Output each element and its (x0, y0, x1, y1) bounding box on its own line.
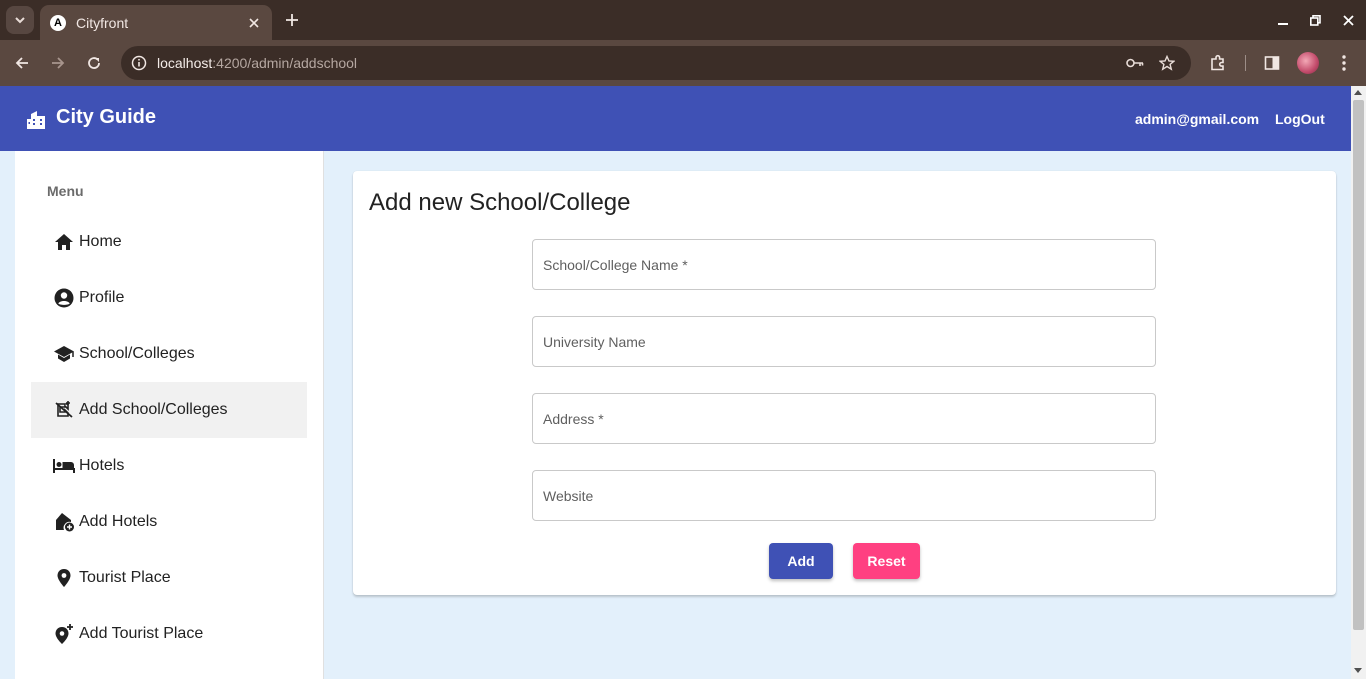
sidebar-item-add-tourist-place[interactable]: Add Tourist Place (31, 606, 307, 662)
minimize-icon[interactable] (1273, 10, 1293, 30)
home-icon (53, 231, 75, 253)
logout-button[interactable]: LogOut (1275, 111, 1325, 127)
forward-arrow-icon[interactable] (45, 50, 71, 76)
university-name-field[interactable] (532, 316, 1156, 367)
university-name-input[interactable] (533, 317, 1155, 366)
address-bar[interactable]: localhost:4200/admin/addschool (121, 46, 1191, 80)
sidebar-item-label: Home (79, 233, 122, 250)
add-button[interactable]: Add (769, 543, 833, 579)
scroll-down-arrow-icon[interactable] (1354, 668, 1362, 673)
url-host: localhost (157, 55, 213, 71)
add-location-icon (53, 623, 75, 645)
page-title: Add new School/College (369, 189, 631, 216)
sidebar-item-label: Add Tourist Place (79, 625, 204, 642)
school-name-field[interactable] (532, 239, 1156, 290)
app-title[interactable]: City Guide (56, 106, 156, 129)
browser-toolbar: localhost:4200/admin/addschool (0, 40, 1366, 86)
profile-avatar[interactable] (1297, 52, 1319, 74)
sidebar-item-label: Add School/Colleges (79, 401, 228, 418)
sidebar-item-hotels[interactable]: Hotels (31, 438, 307, 494)
city-icon (27, 111, 45, 129)
sidebar-item-label: Hotels (79, 457, 125, 474)
sidebar-item-profile[interactable]: Profile (31, 270, 307, 326)
menu-heading: Menu (47, 183, 84, 199)
bookmark-star-icon[interactable] (1158, 54, 1176, 72)
reset-button[interactable]: Reset (853, 543, 920, 579)
account-circle-icon (53, 287, 75, 309)
sidebar-item-tourist-place[interactable]: Tourist Place (31, 550, 307, 606)
site-info-icon[interactable] (131, 55, 147, 71)
tab-search-button[interactable] (6, 6, 34, 34)
toolbar-separator (1245, 55, 1246, 71)
browser-menu-icon[interactable] (1333, 52, 1355, 74)
sidebar-item-label: School/Colleges (79, 345, 195, 362)
website-input[interactable] (533, 471, 1155, 520)
window-close-icon[interactable] (1338, 10, 1358, 30)
maximize-icon[interactable] (1305, 10, 1325, 30)
reload-icon[interactable] (81, 50, 107, 76)
url-path: :4200/admin/addschool (212, 55, 358, 71)
tab-title: Cityfront (76, 14, 129, 31)
website-field[interactable] (532, 470, 1156, 521)
user-email[interactable]: admin@gmail.com (1135, 111, 1259, 127)
sidebar-item-home[interactable]: Home (31, 214, 307, 270)
extensions-puzzle-icon[interactable] (1207, 52, 1229, 74)
page-scrollbar[interactable] (1351, 86, 1366, 679)
sidebar-item-label: Profile (79, 289, 125, 306)
angular-favicon-icon: A (50, 14, 66, 31)
browser-tab[interactable]: A Cityfront (40, 5, 272, 40)
scroll-up-arrow-icon[interactable] (1354, 90, 1362, 95)
side-panel-icon[interactable] (1261, 52, 1283, 74)
tab-close-icon[interactable] (246, 15, 262, 31)
browser-tab-bar: A Cityfront (0, 0, 1366, 40)
back-arrow-icon[interactable] (9, 50, 35, 76)
location-pin-icon (53, 567, 75, 589)
address-field[interactable] (532, 393, 1156, 444)
new-tab-icon[interactable] (281, 9, 303, 31)
scrollbar-thumb[interactable] (1353, 100, 1364, 630)
sidebar: Menu Home Profile School/Colleges Add Sc… (15, 151, 324, 679)
sidebar-item-label: Add Hotels (79, 513, 158, 530)
school-name-input[interactable] (533, 240, 1155, 289)
hotel-icon (53, 455, 75, 477)
sidebar-item-add-school[interactable]: Add School/Colleges (31, 382, 307, 438)
sidebar-item-label: Tourist Place (79, 569, 171, 586)
sidebar-item-schools[interactable]: School/Colleges (31, 326, 307, 382)
chevron-down-icon (15, 17, 25, 24)
add-school-icon (53, 399, 75, 421)
app-header: City Guide admin@gmail.com LogOut (0, 86, 1351, 151)
add-school-card: Add new School/College Add Reset (353, 171, 1336, 595)
add-home-icon (53, 511, 75, 533)
school-icon (53, 343, 75, 365)
sidebar-item-add-hotels[interactable]: Add Hotels (31, 494, 307, 550)
password-key-icon[interactable] (1126, 54, 1144, 72)
address-input[interactable] (533, 394, 1155, 443)
